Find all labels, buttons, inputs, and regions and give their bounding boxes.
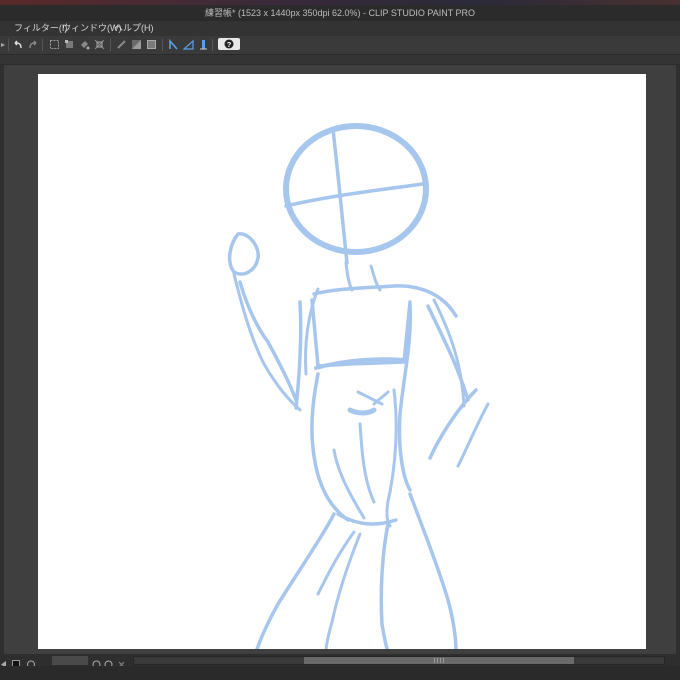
- question-icon: ?: [224, 39, 234, 49]
- head-guide-horizontal: [284, 182, 425, 208]
- redo-icon[interactable]: [26, 38, 39, 51]
- fill-icon[interactable]: [78, 38, 91, 51]
- scrollbar-thumb[interactable]: [304, 657, 574, 664]
- left-panel-edge: [0, 65, 4, 654]
- toolbar-divider: [8, 39, 9, 51]
- transform-icon[interactable]: [63, 38, 76, 51]
- help-button[interactable]: ?: [218, 38, 240, 50]
- right-leg-outer: [408, 492, 458, 649]
- menu-help[interactable]: ヘルプ(H): [112, 21, 156, 36]
- raised-hand: [227, 232, 260, 276]
- snap-special-icon[interactable]: [197, 38, 210, 51]
- select-all-icon[interactable]: [48, 38, 61, 51]
- rotate-right-icon[interactable]: [104, 656, 113, 669]
- command-bar: ?: [0, 36, 680, 55]
- sketch-figure: [227, 123, 490, 649]
- zoom-slider[interactable]: [52, 656, 88, 665]
- right-panel-edge: [676, 65, 680, 654]
- zoom-arrow-icon[interactable]: [0, 656, 8, 668]
- scrollbar-grip: [434, 658, 444, 663]
- toolbar-divider: [212, 39, 213, 51]
- clear-icon[interactable]: [115, 38, 128, 51]
- snap-ruler-icon[interactable]: [182, 38, 195, 51]
- drawing-canvas[interactable]: [38, 74, 646, 649]
- ruler-icon[interactable]: [167, 38, 180, 51]
- menu-bar: フィルター(I) ウィンドウ(W) ヘルプ(H): [0, 21, 680, 36]
- toolbar-divider: [162, 39, 163, 51]
- collapse-arrow-icon[interactable]: [0, 38, 6, 51]
- bottom-panel-strip: [0, 666, 680, 680]
- navigator-icon[interactable]: [26, 656, 36, 669]
- color-swatch-icon[interactable]: [12, 656, 20, 668]
- svg-text:?: ?: [227, 40, 232, 49]
- toolbar-divider: [110, 39, 111, 51]
- invert-icon[interactable]: [130, 38, 143, 51]
- chest-box: [310, 298, 412, 368]
- scale-icon[interactable]: [93, 38, 106, 51]
- left-leg-outer: [255, 512, 336, 649]
- tool-property-bar: [0, 55, 680, 65]
- window-title: 練習帳* (1523 x 1440px 350dpi 62.0%) - CLIP…: [0, 5, 680, 21]
- head-circle: [283, 123, 429, 255]
- reset-rotation-icon[interactable]: [117, 656, 126, 668]
- selection-layer-icon[interactable]: [145, 38, 158, 51]
- undo-icon[interactable]: [11, 38, 24, 51]
- toolbar-divider: [42, 39, 43, 51]
- rotate-left-icon[interactable]: [92, 656, 101, 669]
- horizontal-scrollbar[interactable]: [133, 656, 665, 665]
- right-leg-inner: [379, 522, 390, 649]
